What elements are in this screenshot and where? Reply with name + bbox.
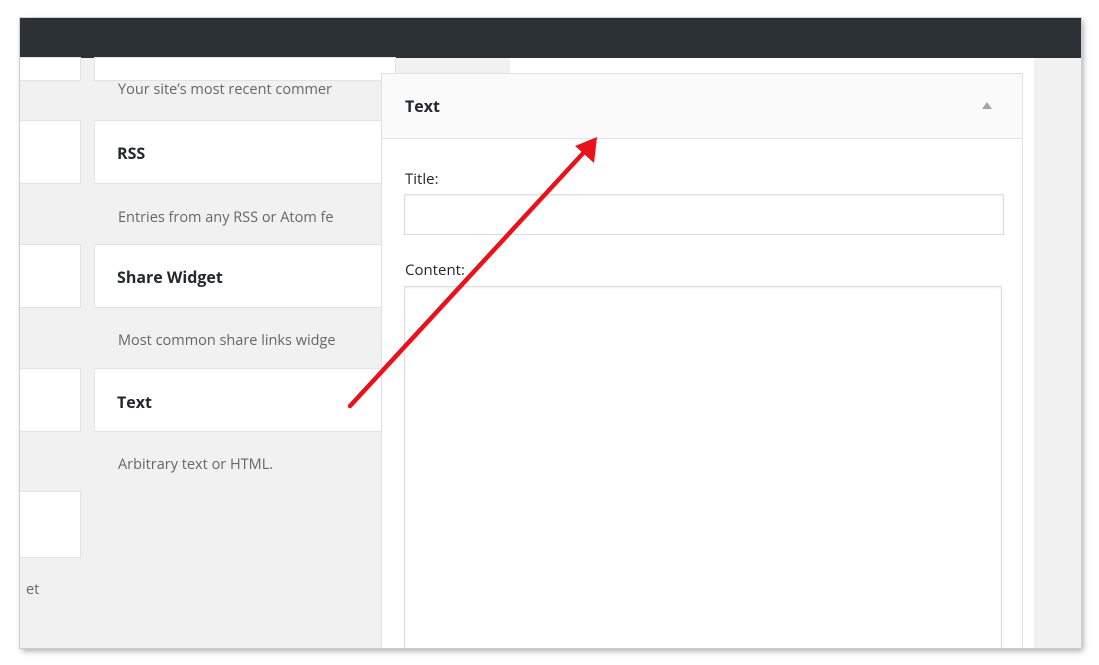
collapse-caret-icon[interactable] — [982, 102, 992, 109]
left-widget-card[interactable] — [20, 58, 80, 80]
widget-title: Text — [117, 391, 152, 413]
widget-card-share-widget[interactable]: Share Widget — [95, 245, 395, 307]
widget-card-rss[interactable]: RSS — [95, 121, 395, 183]
left-widget-card[interactable] — [20, 492, 80, 557]
title-field-label: Title: — [405, 169, 439, 189]
left-widget-card[interactable] — [20, 245, 80, 307]
widget-panel-title: Text — [405, 95, 440, 117]
text-widget-panel: Text Title: Content: — [382, 74, 1022, 648]
widget-description: Your site’s most recent commer — [118, 80, 332, 99]
content-field-label: Content: — [405, 260, 465, 280]
widget-description: Arbitrary text or HTML. — [118, 455, 274, 474]
left-widget-card[interactable] — [20, 369, 80, 431]
widget-panel-header[interactable]: Text — [382, 74, 1022, 139]
widget-description: Entries from any RSS or Atom fe — [118, 208, 334, 227]
widget-title: RSS — [117, 142, 146, 164]
widget-card-recent-comments[interactable] — [95, 58, 395, 80]
widget-title: Share Widget — [117, 266, 223, 288]
right-gutter — [1034, 58, 1081, 648]
admin-top-bar — [20, 18, 1081, 58]
content-textarea[interactable] — [404, 286, 1002, 648]
widget-card-text[interactable]: Text — [95, 369, 395, 431]
left-widget-description: et — [26, 580, 40, 599]
left-widget-card[interactable] — [20, 121, 80, 183]
title-input[interactable] — [404, 194, 1004, 235]
widget-description: Most common share links widge — [118, 331, 336, 350]
screenshot-frame: et Your site’s most recent commer RSS En… — [20, 18, 1081, 648]
